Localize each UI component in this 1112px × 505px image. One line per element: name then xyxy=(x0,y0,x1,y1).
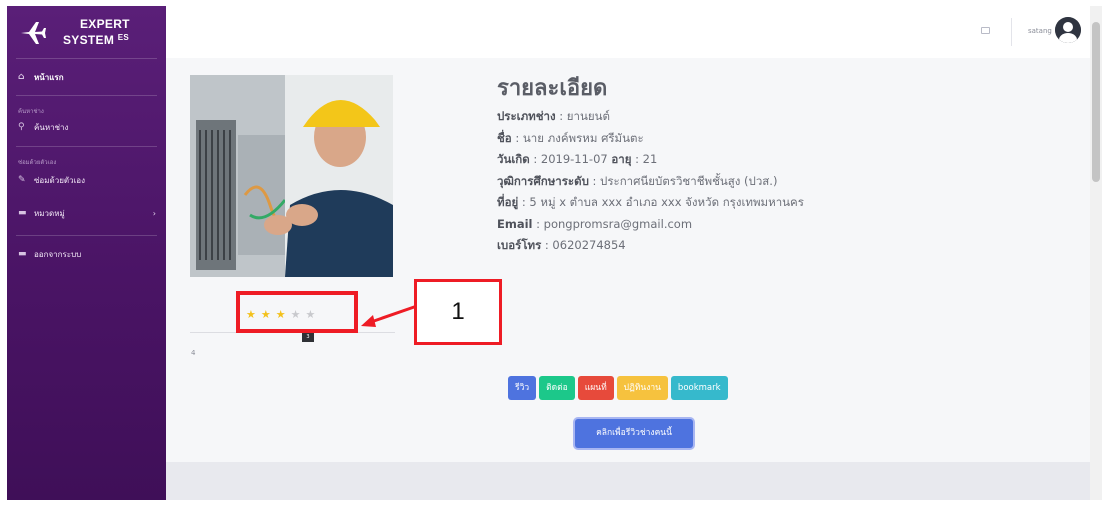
detail-label: ที่อยู่ xyxy=(497,195,519,209)
sidebar-item-diy[interactable]: ✎ ซ่อมด้วยตัวเอง xyxy=(7,165,166,195)
sidebar-heading-search: ค้นหาช่าง xyxy=(18,108,44,115)
detail-name: ชื่อ : นาย ภงค์พรหม ศรีมันตะ xyxy=(497,128,804,150)
app-window: EXPERT SYSTEM ES ⌂ หน้าแรก ค้นหาช่าง ⚲ ค… xyxy=(7,6,1102,500)
user-avatar-icon xyxy=(1055,17,1081,43)
search-icon: ⚲ xyxy=(18,122,25,132)
sidebar-item-label: ออกจากระบบ xyxy=(34,249,82,259)
technician-photo xyxy=(190,75,393,277)
sidebar-heading-diy: ซ่อมด้วยตัวเอง xyxy=(18,159,57,166)
review-button[interactable]: รีวิว xyxy=(508,376,537,400)
folder-icon: ▬ xyxy=(18,249,27,259)
username[interactable]: satang xyxy=(1028,27,1052,35)
detail-value: : 0620274854 xyxy=(541,238,626,252)
calendar-button[interactable]: ปฏิทินงาน xyxy=(616,376,668,400)
brand-name: EXPERT SYSTEM ES xyxy=(63,17,130,47)
detail-phone: เบอร์โทร : 0620274854 xyxy=(497,235,804,257)
details-title: รายละเอียด xyxy=(497,76,608,101)
wrench-icon: ✎ xyxy=(18,175,26,185)
scrollbar[interactable] xyxy=(1090,6,1102,500)
detail-education: วุฒิการศึกษาระดับ : ประกาศนียบัตรวิชาชีพ… xyxy=(497,171,804,193)
main-content: ★★★★★ 3 4 รายละเอียด ประเภทช่าง : ยานยนต… xyxy=(166,58,1090,462)
action-buttons: รีวิว ติดต่อ แผนที่ ปฏิทินงาน bookmark xyxy=(508,376,728,400)
sidebar-item-label: หน้าแรก xyxy=(34,72,64,82)
detail-label: อายุ xyxy=(611,152,632,166)
sidebar-item-category[interactable]: ▬ หมวดหมู่ › xyxy=(7,195,166,231)
detail-value: : 21 xyxy=(631,152,658,166)
review-technician-button[interactable]: คลิกเพื่อรีวิวช่างคนนี้ xyxy=(575,419,693,448)
airplane-icon xyxy=(21,22,46,44)
detail-label: Email xyxy=(497,216,533,231)
mail-icon[interactable] xyxy=(981,27,990,34)
map-button[interactable]: แผนที่ xyxy=(577,376,614,400)
brand-line1: EXPERT xyxy=(80,17,130,31)
sidebar-item-search[interactable]: ⚲ ค้นหาช่าง xyxy=(7,114,166,140)
detail-label: วุฒิการศึกษาระดับ xyxy=(497,173,589,188)
folder-icon: ▬ xyxy=(18,208,27,218)
detail-label: ชื่อ xyxy=(497,130,512,145)
sidebar-item-label: ซ่อมด้วยตัวเอง xyxy=(34,175,86,185)
brand-line2: SYSTEM xyxy=(63,33,115,47)
annotation-arrow-icon xyxy=(361,304,418,327)
annotation-highlight-box xyxy=(236,291,358,333)
sidebar-item-label: ค้นหาช่าง xyxy=(34,122,69,132)
sidebar: EXPERT SYSTEM ES ⌂ หน้าแรก ค้นหาช่าง ⚲ ค… xyxy=(7,6,166,500)
avatar[interactable] xyxy=(1055,17,1081,43)
detail-label: วันเกิด xyxy=(497,152,530,166)
contact-button[interactable]: ติดต่อ xyxy=(539,376,575,400)
bookmark-button[interactable]: bookmark xyxy=(670,376,728,400)
rating-tooltip: 3 xyxy=(302,332,314,342)
detail-value: : 5 หมู่ x ตำบล xxx อำเภอ xxx จังหวัด กร… xyxy=(518,195,804,209)
detail-value: : ประกาศนียบัตรวิชาชีพชั้นสูง (ปวส.) xyxy=(588,173,778,188)
home-icon: ⌂ xyxy=(18,72,25,82)
sidebar-item-logout[interactable]: ▬ ออกจากระบบ xyxy=(7,236,166,272)
detail-value: : 2019-11-07 xyxy=(529,152,612,166)
detail-label: ประเภทช่าง xyxy=(497,109,556,123)
footer-band xyxy=(166,462,1090,500)
topbar-divider xyxy=(1011,18,1012,46)
detail-birth: วันเกิด : 2019-11-07 อายุ : 21 xyxy=(497,149,804,171)
chevron-right-icon: › xyxy=(152,208,156,218)
brand-sup: ES xyxy=(117,33,130,42)
annotation-label: 1 xyxy=(414,279,502,345)
details-panel: รายละเอียด ประเภทช่าง : ยานยนต์ ชื่อ : น… xyxy=(497,74,804,257)
detail-value: : ยานยนต์ xyxy=(555,109,610,123)
detail-type: ประเภทช่าง : ยานยนต์ xyxy=(497,106,804,128)
brand[interactable]: EXPERT SYSTEM ES xyxy=(7,6,166,58)
detail-value: : pongpromsra@gmail.com xyxy=(532,216,693,231)
topbar: satang xyxy=(166,6,1102,58)
detail-label: เบอร์โทร xyxy=(497,238,542,252)
detail-address: ที่อยู่ : 5 หมู่ x ตำบล xxx อำเภอ xxx จั… xyxy=(497,192,804,214)
scrollbar-thumb[interactable] xyxy=(1092,22,1100,182)
detail-email: Email : pongpromsra@gmail.com xyxy=(497,214,804,236)
detail-value: : นาย ภงค์พรหม ศรีมันตะ xyxy=(511,130,644,145)
sidebar-item-home[interactable]: ⌂ หน้าแรก xyxy=(7,59,166,95)
sidebar-item-label: หมวดหมู่ xyxy=(34,208,65,218)
rating-value: 4 xyxy=(191,349,196,357)
